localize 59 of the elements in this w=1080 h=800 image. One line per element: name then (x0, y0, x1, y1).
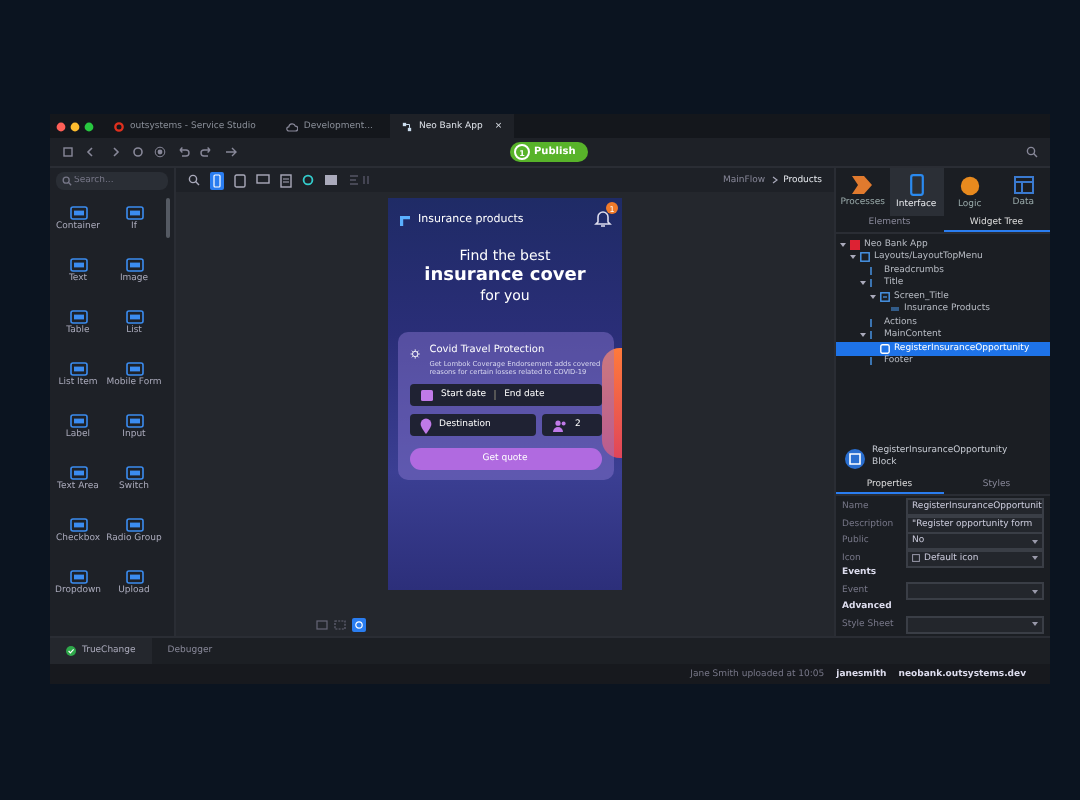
virus-icon (409, 343, 420, 364)
widget-icon (125, 206, 143, 221)
widget-icon (125, 518, 143, 533)
module-icon (402, 121, 413, 131)
undo-icon[interactable] (176, 146, 190, 158)
table-icon (1013, 176, 1034, 195)
search-icon[interactable] (1026, 146, 1038, 158)
block-icon (844, 447, 866, 470)
cloud-icon (285, 121, 298, 131)
refresh-icon[interactable] (302, 174, 314, 186)
back-icon[interactable] (84, 146, 98, 158)
zoom-icon[interactable] (188, 174, 200, 186)
scrollbar[interactable] (166, 198, 170, 238)
calendar-icon (419, 388, 433, 403)
widget-icon (125, 466, 143, 481)
target-icon[interactable] (154, 146, 166, 158)
block-icon (880, 343, 890, 354)
container-icon (880, 291, 890, 302)
expand-arrow-icon (860, 332, 866, 339)
widget-icon (69, 258, 87, 273)
window-controls-icon[interactable] (56, 121, 96, 131)
caret-icon (1032, 539, 1038, 544)
widget-icon (69, 206, 87, 221)
caret-icon (1032, 589, 1038, 594)
widget-icon (69, 414, 87, 429)
location-pin-icon (419, 417, 431, 434)
widget-icon (69, 518, 87, 533)
bell-icon[interactable] (594, 208, 612, 228)
hero-heading: insurance cover (424, 265, 586, 288)
widget-icon (125, 362, 143, 377)
app-icon (850, 239, 860, 250)
widget-icon (69, 362, 87, 377)
tablet-icon[interactable] (234, 173, 246, 187)
logo-icon (398, 213, 412, 227)
caret-icon (1032, 622, 1038, 627)
people-icon (551, 419, 567, 432)
expression-icon (890, 304, 900, 315)
redo-icon[interactable] (200, 146, 214, 158)
widget-icon (69, 310, 87, 325)
forward-icon[interactable] (108, 146, 122, 158)
widget-icon (69, 466, 87, 481)
widget-icon (125, 570, 143, 585)
phone-icon (909, 174, 924, 197)
document-icon[interactable] (280, 173, 292, 187)
monitor-icon[interactable] (256, 174, 270, 186)
preview-icon[interactable] (352, 618, 366, 632)
widget-icon (125, 310, 143, 325)
search-icon (62, 176, 72, 186)
caret-icon (1032, 556, 1038, 561)
widget-icon (125, 414, 143, 429)
widget-icon (125, 258, 143, 273)
check-circle-icon (66, 646, 76, 656)
layout-icon (860, 252, 870, 263)
logo-icon (114, 121, 124, 131)
flow-icon (852, 176, 873, 195)
phone-icon[interactable] (210, 171, 224, 189)
widget-icon (69, 570, 87, 585)
chevron-icon (771, 176, 778, 184)
circle-icon (959, 175, 980, 196)
